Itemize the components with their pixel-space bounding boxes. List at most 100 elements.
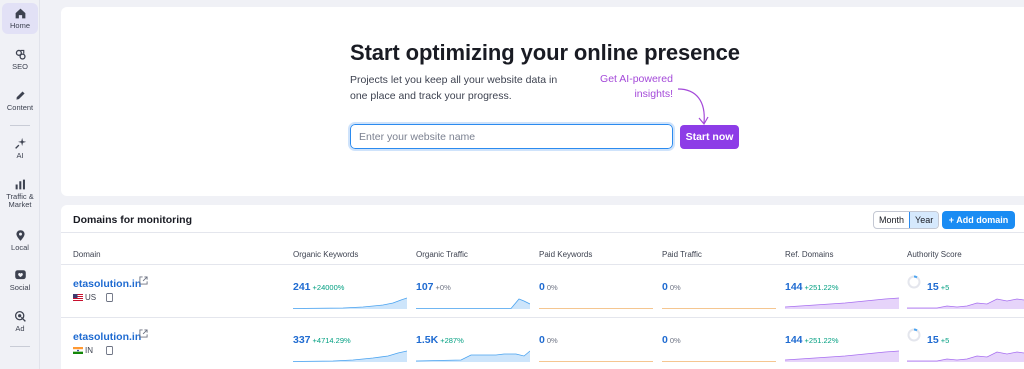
sidebar-item-ai[interactable]: AI [2,137,38,160]
metric-value: 0 [662,334,668,346]
ai-insights-note: Get AI-powered insights! [600,73,673,100]
domain-link[interactable]: etasolution.in [73,331,141,343]
organic-traffic-cell[interactable]: 107 +0% [416,277,451,295]
sidebar-item-seo[interactable]: SEO [2,48,38,71]
paid-traffic-cell[interactable]: 0 0% [662,330,681,348]
metric-value: 1.5K [416,334,439,346]
sidebar-item-home[interactable]: Home [2,3,38,34]
us-flag-icon [73,294,83,301]
country-code: IN [85,346,93,355]
metric-delta: 0% [546,283,558,292]
metric-delta: +0% [435,283,451,292]
metric-delta: +24000% [312,283,345,292]
metric-delta: 0% [669,283,681,292]
authority-score-sparkline [907,351,1024,362]
start-now-button[interactable]: Start now [680,125,739,149]
sparkle-icon [14,137,26,149]
column-header-authority-score: Authority Score [907,250,962,259]
column-header-ref-domains: Ref. Domains [785,250,834,259]
authority-score-cell[interactable]: 15 +5 [927,277,949,295]
sidebar-item-label: Content [6,103,34,112]
external-link-icon[interactable] [139,276,148,285]
organic-keywords-sparkline [293,350,407,362]
seo-icon [15,49,26,60]
domains-monitoring-card: Domains for monitoring Month Year + Add … [61,205,1024,369]
organic-traffic-sparkline [416,298,530,309]
sidebar: Home SEO Content AI Traffic & Market Loc… [0,0,40,369]
sidebar-divider [10,346,30,347]
hero-description: Projects let you keep all your website d… [350,74,558,102]
ref-domains-sparkline [785,297,899,309]
metric-delta: +251.22% [804,336,839,345]
home-icon [15,8,25,19]
divider [61,232,1024,233]
sidebar-item-traffic-market[interactable]: Traffic & Market [2,178,38,209]
paid-keywords-sparkline [539,361,653,362]
organic-traffic-cell[interactable]: 1.5K +287% [416,330,464,348]
domain-link[interactable]: etasolution.in [73,278,141,290]
target-icon [14,310,26,322]
country-code: US [85,293,97,302]
paid-traffic-sparkline [662,308,776,309]
metric-value: 0 [662,281,668,293]
metric-value: 144 [785,281,803,293]
sidebar-item-content[interactable]: Content [2,89,38,112]
sidebar-item-local[interactable]: Local [2,229,38,252]
bar-chart-icon [15,179,25,190]
sidebar-item-label: AI [16,151,24,160]
metric-delta: +4714.29% [312,336,351,345]
metric-delta: 0% [669,336,681,345]
india-flag-icon [73,347,83,354]
column-header-domain: Domain [73,250,101,259]
sidebar-item-ad[interactable]: Ad [2,310,38,333]
metric-value: 337 [293,334,311,346]
page-title: Start optimizing your online presence [350,40,740,65]
paid-keywords-sparkline [539,308,653,309]
paid-keywords-cell[interactable]: 0 0% [539,277,558,295]
paid-keywords-cell[interactable]: 0 0% [539,330,558,348]
projects-hero-card: Start optimizing your online presence Pr… [61,7,1024,196]
metric-value: 0 [539,334,545,346]
external-link-icon[interactable] [139,329,148,338]
metric-delta: +251.22% [804,283,839,292]
mobile-device-icon [106,346,113,355]
sidebar-item-label: Home [9,21,30,30]
metric-value: 144 [785,334,803,346]
location-pin-icon [15,230,25,241]
authority-score-sparkline [907,298,1024,309]
sidebar-item-label: Traffic & Market [6,192,34,209]
pencil-icon [15,91,25,100]
paid-traffic-sparkline [662,361,776,362]
ref-domains-cell[interactable]: 144 +251.22% [785,330,839,348]
table-row: etasolution.in IN 337 +4714.29% 1.5K +287%… [61,318,1024,369]
ref-domains-cell[interactable]: 144 +251.22% [785,277,839,295]
section-title: Domains for monitoring [73,214,192,226]
sidebar-item-social[interactable]: Social [2,269,38,292]
metric-value: 15 [927,281,939,293]
sidebar-item-label: Social [9,283,31,292]
period-toggle: Month Year [873,211,940,229]
metric-delta: +5 [940,336,950,345]
table-row: etasolution.in US 241 +24000% 107 +0% 0 0% … [61,265,1024,318]
period-year-option[interactable]: Year [909,212,939,228]
metric-delta: +287% [440,336,464,345]
authority-score-cell[interactable]: 15 +5 [927,330,949,348]
sidebar-item-label: SEO [12,62,28,71]
paid-traffic-cell[interactable]: 0 0% [662,277,681,295]
organic-keywords-cell[interactable]: 337 +4714.29% [293,330,351,348]
sidebar-item-label: Local [11,243,29,252]
organic-traffic-sparkline [416,350,530,362]
organic-keywords-cell[interactable]: 241 +24000% [293,277,344,295]
column-header-paid-traffic: Paid Traffic [662,250,702,259]
sidebar-divider [10,125,30,126]
heart-icon [14,270,26,280]
period-month-option[interactable]: Month [874,212,909,228]
column-header-paid-keywords: Paid Keywords [539,250,593,259]
authority-score-ring-icon [907,275,921,289]
column-header-organic-traffic: Organic Traffic [416,250,468,259]
metric-value: 15 [927,334,939,346]
metric-delta: +5 [940,283,950,292]
add-domain-button[interactable]: + Add domain [942,211,1015,229]
website-name-input[interactable] [348,122,675,151]
mobile-device-icon [106,293,113,302]
